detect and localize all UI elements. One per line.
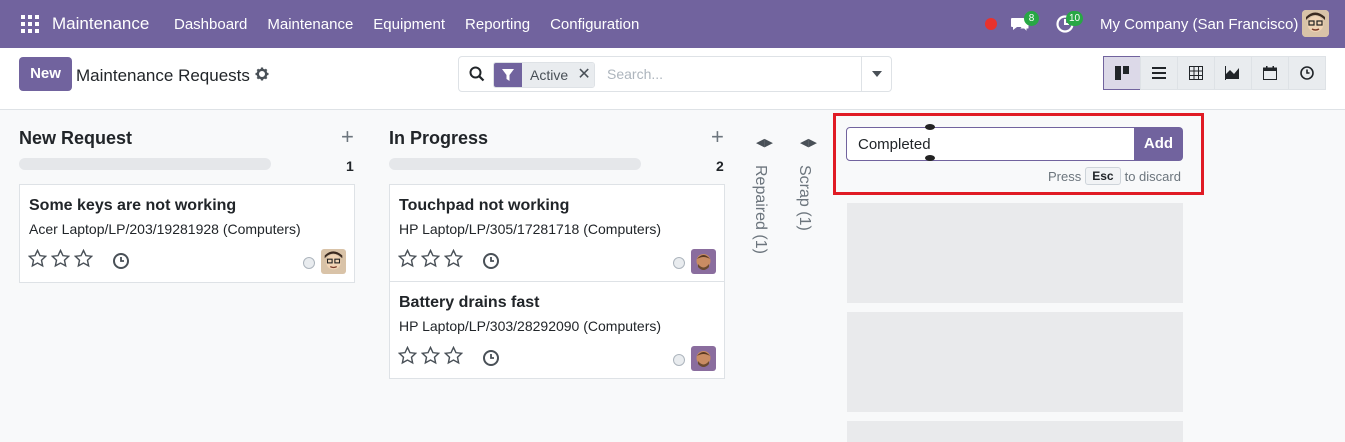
column-add-plus-icon[interactable]: + (711, 124, 724, 150)
chat-count-badge: 8 (1024, 11, 1039, 26)
kanban-state-indicator[interactable] (303, 257, 315, 269)
menu-maintenance[interactable]: Maintenance (267, 16, 353, 33)
card-equipment: Acer Laptop/LP/203/19281928 (Computers) (29, 221, 301, 237)
recording-indicator-icon[interactable] (985, 18, 997, 30)
avatar (691, 249, 716, 274)
search-icon[interactable] (469, 66, 485, 82)
kanban-view-button[interactable] (1103, 56, 1141, 90)
gear-icon[interactable] (255, 67, 269, 81)
column-count: 1 (346, 158, 354, 174)
star-icon[interactable] (421, 346, 440, 365)
star-icon[interactable] (444, 249, 463, 268)
app-brand[interactable]: Maintenance (52, 14, 149, 34)
kanban-card[interactable]: Touchpad not working HP Laptop/LP/305/17… (389, 184, 725, 282)
unfold-arrows-icon[interactable]: ◀▶ (800, 136, 817, 149)
filter-facet: Active ✕ (493, 62, 596, 88)
activity-clock-icon[interactable] (112, 252, 130, 270)
text-cursor-handle (925, 124, 935, 130)
top-navbar: Maintenance Dashboard Maintenance Equipm… (0, 0, 1345, 48)
search-input[interactable]: Search... (607, 66, 663, 82)
area-chart-icon (1225, 66, 1239, 80)
user-avatar[interactable] (1302, 10, 1329, 37)
graph-view-button[interactable] (1214, 56, 1252, 90)
menu-dashboard[interactable]: Dashboard (174, 16, 247, 33)
card-title: Some keys are not working (29, 197, 237, 214)
kanban-state-indicator[interactable] (673, 257, 685, 269)
star-icon[interactable] (444, 346, 463, 365)
card-title: Touchpad not working (399, 197, 570, 214)
card-equipment: HP Laptop/LP/303/28292090 (Computers) (399, 318, 662, 334)
column-count: 2 (716, 158, 724, 174)
kanban-card[interactable]: Some keys are not working Acer Laptop/LP… (19, 184, 355, 283)
main-menu: Dashboard Maintenance Equipment Reportin… (174, 16, 639, 33)
star-icon[interactable] (51, 249, 70, 268)
view-switcher (1103, 56, 1326, 90)
clock-icon (1300, 66, 1314, 80)
facet-value: Active (522, 63, 575, 87)
menu-equipment[interactable]: Equipment (373, 16, 445, 33)
star-icon[interactable] (28, 249, 47, 268)
activity-clock-icon[interactable] (482, 252, 500, 270)
remove-facet-close-icon[interactable]: ✕ (574, 63, 595, 87)
column-title-new-request[interactable]: New Request (19, 128, 132, 149)
activity-count-badge: 10 (1066, 11, 1084, 26)
kanban-icon (1115, 66, 1129, 80)
activity-view-button[interactable] (1288, 56, 1326, 90)
apps-menu-icon[interactable] (21, 15, 39, 33)
star-icon[interactable] (74, 249, 93, 268)
card-equipment: HP Laptop/LP/305/17281718 (Computers) (399, 221, 662, 237)
control-panel: New Maintenance Requests Active ✕ Search… (0, 48, 1345, 110)
table-icon (1189, 66, 1203, 80)
column-progress-bar[interactable] (389, 158, 641, 170)
activity-clock-icon[interactable] (482, 349, 500, 367)
column-title-in-progress[interactable]: In Progress (389, 128, 488, 149)
column-progress-bar[interactable] (19, 158, 271, 170)
list-icon (1152, 67, 1166, 79)
calendar-view-button[interactable] (1251, 56, 1289, 90)
folded-column-label[interactable]: Repaired (1) (751, 165, 769, 254)
avatar (321, 249, 346, 274)
priority-stars (28, 249, 93, 268)
card-title: Battery drains fast (399, 294, 540, 311)
folded-column-label[interactable]: Scrap (1) (795, 165, 813, 231)
hint-discard: to discard (1124, 168, 1181, 184)
new-button[interactable]: New (19, 57, 72, 91)
list-view-button[interactable] (1140, 56, 1178, 90)
column-name-input[interactable] (846, 127, 1135, 161)
add-column-button[interactable]: Add (1134, 127, 1183, 161)
avatar (691, 346, 716, 371)
ghost-card-placeholder (847, 421, 1183, 442)
menu-configuration[interactable]: Configuration (550, 16, 639, 33)
priority-stars (398, 346, 463, 365)
esc-key: Esc (1085, 167, 1121, 185)
unfold-arrows-icon[interactable]: ◀▶ (756, 136, 773, 149)
search-bar: Active ✕ Search... (458, 56, 892, 92)
pivot-view-button[interactable] (1177, 56, 1215, 90)
ghost-card-placeholder (847, 203, 1183, 303)
search-options-chevron-down-icon[interactable] (861, 57, 891, 91)
calendar-icon (1263, 66, 1277, 80)
company-switcher[interactable]: My Company (San Francisco) (1100, 16, 1298, 33)
star-icon[interactable] (398, 346, 417, 365)
page-title: Maintenance Requests (76, 66, 250, 85)
filter-icon (494, 63, 522, 87)
priority-stars (398, 249, 463, 268)
text-cursor-handle (925, 155, 935, 161)
hint-press: Press (1048, 168, 1082, 184)
kanban-state-indicator[interactable] (673, 354, 685, 366)
star-icon[interactable] (421, 249, 440, 268)
kanban-card[interactable]: Battery drains fast HP Laptop/LP/303/282… (389, 281, 725, 379)
menu-reporting[interactable]: Reporting (465, 16, 530, 33)
ghost-card-placeholder (847, 312, 1183, 412)
star-icon[interactable] (398, 249, 417, 268)
discard-hint: Press Esc to discard (1048, 167, 1181, 185)
column-add-plus-icon[interactable]: + (341, 124, 354, 150)
